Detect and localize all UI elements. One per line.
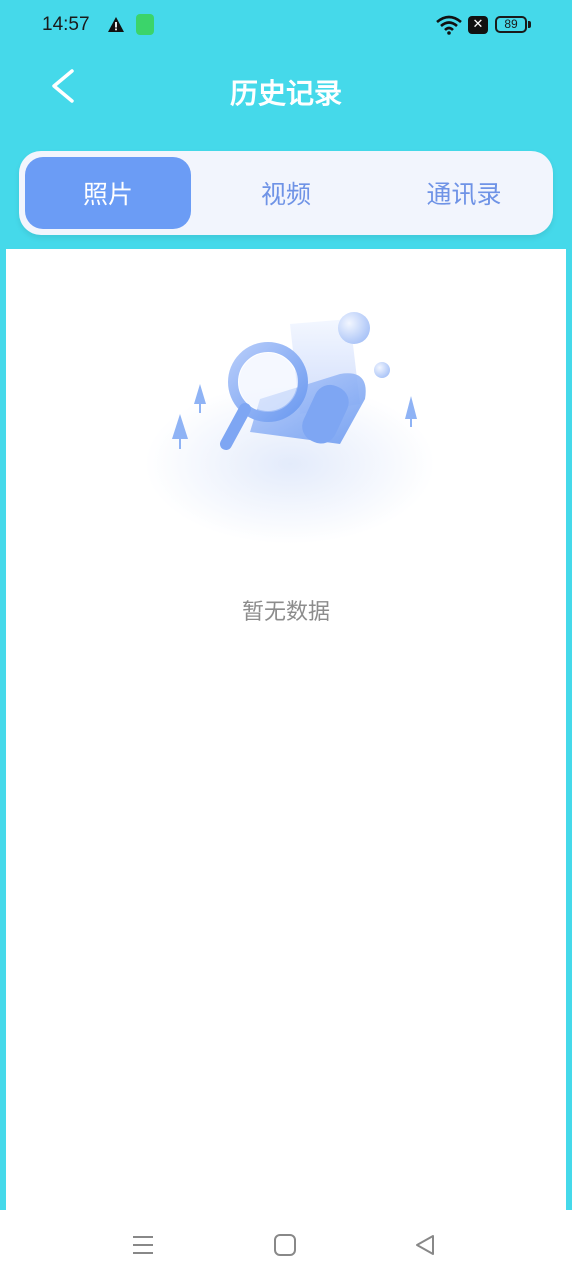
battery-tip [528, 21, 531, 28]
home-icon[interactable] [272, 1232, 298, 1258]
wifi-icon [436, 15, 462, 35]
tab-photos[interactable]: 照片 [25, 157, 191, 229]
close-box-icon: ✕ [468, 16, 488, 34]
menu-icon[interactable] [130, 1232, 156, 1258]
status-time: 14:57 [42, 14, 90, 35]
warning-icon [108, 17, 124, 32]
status-bar: 14:57 ✕ 89 [0, 0, 572, 52]
back-triangle-icon[interactable] [412, 1232, 438, 1258]
empty-state-illustration [145, 312, 435, 544]
app-notification-icon [136, 14, 154, 35]
system-nav-bar [0, 1210, 572, 1280]
tab-contacts[interactable]: 通讯录 [381, 157, 547, 229]
empty-state-message: 暂无数据 [241, 600, 330, 625]
content-area: 暂无数据 [6, 249, 566, 1210]
tab-videos[interactable]: 视频 [203, 157, 369, 229]
page-title: 历史记录 [229, 77, 342, 110]
tab-bar: 照片 视频 通讯录 [19, 151, 553, 235]
battery-indicator: 89 [495, 16, 527, 33]
